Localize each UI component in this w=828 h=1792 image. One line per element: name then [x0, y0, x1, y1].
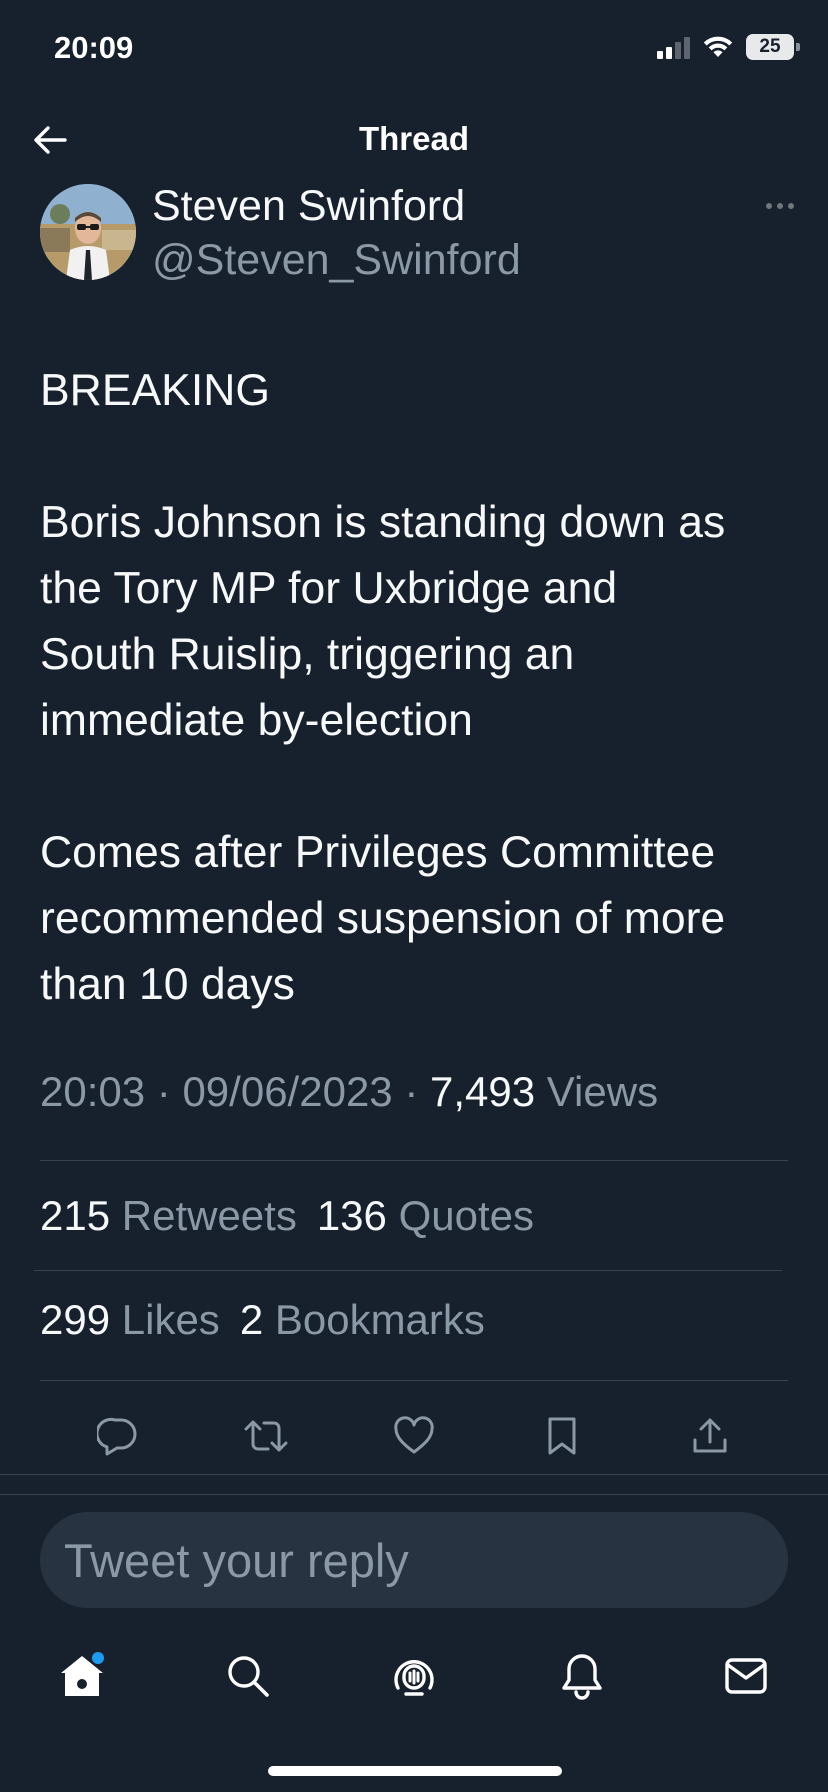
meta-separator: · [404, 1068, 419, 1115]
divider [34, 1270, 782, 1271]
meta-separator: · [156, 1068, 171, 1115]
bookmark-button[interactable] [538, 1412, 586, 1460]
tweet-line: immediate by-election [40, 696, 473, 745]
tweet-date: 09/06/2023 [182, 1068, 393, 1115]
views-label: Views [546, 1068, 659, 1115]
battery-level: 25 [759, 36, 781, 57]
status-bar: 20:09 25 [0, 0, 828, 100]
divider [0, 1474, 828, 1475]
tweet-line: Boris Johnson is standing down as [40, 498, 726, 547]
thread-header: Thread [0, 104, 828, 174]
notifications-icon [562, 1654, 602, 1700]
notification-dot [92, 1652, 104, 1664]
messages-icon [725, 1658, 767, 1694]
tweet-line: the Tory MP for Uxbridge and [40, 564, 618, 613]
tweet-text: BREAKING Boris Johnson is standing down … [40, 358, 800, 1018]
dot [788, 203, 794, 209]
bookmarks-stat[interactable]: 2 Bookmarks [240, 1296, 485, 1344]
likes-count: 299 [40, 1296, 111, 1343]
retweets-stat[interactable]: 215 Retweets [40, 1192, 297, 1240]
home-indicator[interactable] [268, 1766, 562, 1776]
retweet-button[interactable] [242, 1412, 290, 1460]
like-button[interactable] [390, 1412, 438, 1460]
tweet-author: Steven Swinford @Steven_Swinford [40, 182, 800, 285]
signal-icon [657, 35, 690, 59]
quotes-count: 136 [316, 1192, 387, 1239]
reply-box[interactable] [40, 1512, 788, 1608]
tweet-time: 20:03 [40, 1068, 146, 1115]
tweet-line: South Ruislip, triggering an [40, 630, 575, 679]
views-count: 7,493 [430, 1068, 536, 1115]
reply-input[interactable] [40, 1512, 788, 1608]
tweet-line: Comes after Privileges Committee [40, 828, 716, 877]
divider [0, 1494, 828, 1495]
likes-stat[interactable]: 299 Likes [40, 1296, 220, 1344]
stats-row: 299 Likes 2 Bookmarks [40, 1296, 485, 1344]
status-icons: 25 [657, 34, 800, 60]
stats-row: 215 Retweets 136 Quotes [40, 1192, 534, 1240]
tweet-line: BREAKING [40, 366, 270, 415]
divider [40, 1380, 788, 1381]
share-button[interactable] [686, 1412, 734, 1460]
wifi-icon [703, 36, 733, 57]
tweet-line: recommended suspension of more [40, 894, 726, 943]
page-title: Thread [358, 120, 470, 157]
tab-search[interactable] [220, 1648, 276, 1704]
bookmarks-label: Bookmarks [274, 1296, 485, 1343]
avatar[interactable] [40, 184, 136, 280]
tab-spaces[interactable] [386, 1648, 442, 1704]
divider [40, 1160, 788, 1161]
retweets-label: Retweets [121, 1192, 297, 1239]
author-name[interactable]: Steven Swinford [152, 182, 465, 231]
like-icon [394, 1416, 434, 1454]
retweet-icon [244, 1420, 288, 1452]
battery-icon: 25 [746, 34, 800, 60]
dot [766, 203, 772, 209]
author-handle[interactable]: @Steven_Swinford [152, 236, 521, 285]
quotes-stat[interactable]: 136 Quotes [317, 1192, 534, 1240]
spaces-icon [394, 1660, 434, 1696]
search-icon [228, 1656, 269, 1697]
avatar-image [40, 184, 136, 280]
tweet-meta: 20:03 · 09/06/2023 · 7,493 Views [40, 1068, 658, 1116]
likes-label: Likes [121, 1296, 220, 1343]
share-icon [693, 1418, 727, 1453]
retweets-count: 215 [40, 1192, 111, 1239]
reply-button[interactable] [94, 1412, 142, 1460]
dot [777, 203, 783, 209]
tweet-actions [0, 1400, 828, 1472]
tab-messages[interactable] [718, 1648, 774, 1704]
tab-notifications[interactable] [554, 1648, 610, 1704]
reply-icon [97, 1417, 137, 1456]
bookmarks-count: 2 [239, 1296, 264, 1343]
status-time: 20:09 [54, 30, 134, 65]
tweet-line: than 10 days [40, 960, 295, 1009]
bookmark-icon [548, 1417, 576, 1455]
bottom-tab-bar [0, 1636, 828, 1716]
more-options-button[interactable] [760, 196, 800, 216]
tab-home[interactable] [54, 1648, 110, 1704]
quotes-label: Quotes [398, 1192, 534, 1239]
